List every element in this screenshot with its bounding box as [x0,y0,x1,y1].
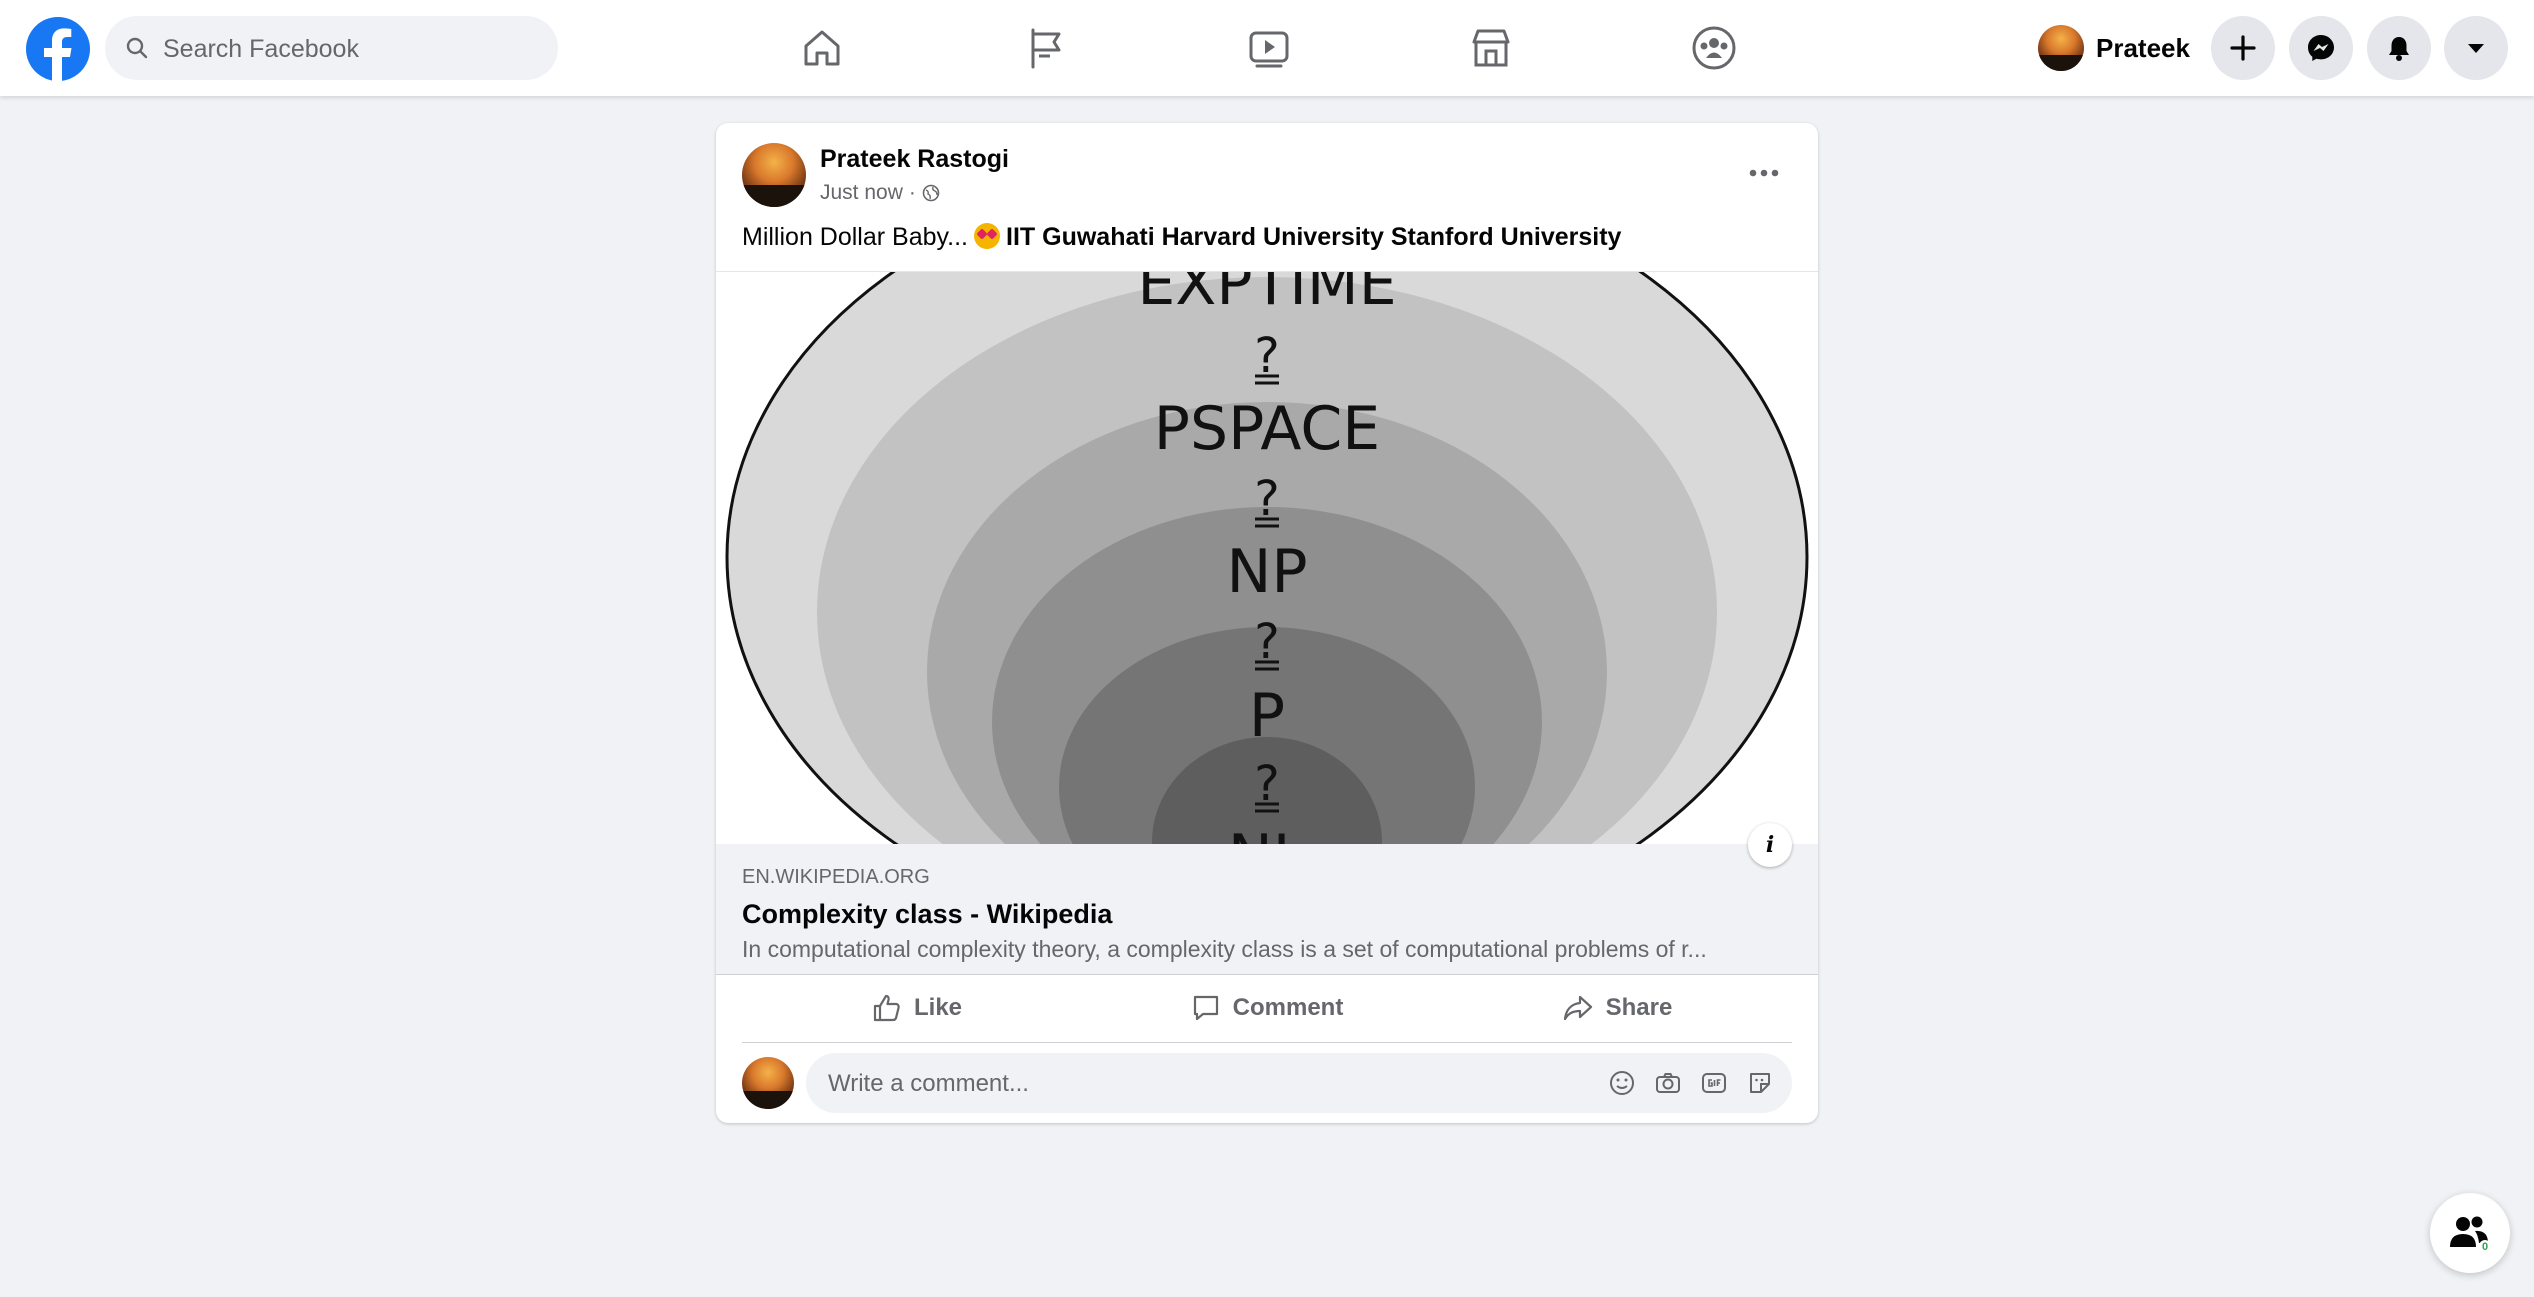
contacts-button[interactable]: 0 [2430,1193,2510,1273]
feed-post: Prateek Rastogi Just now · Million Dolla… [716,123,1818,1123]
like-button[interactable]: Like [742,974,1092,1042]
search-input[interactable] [161,16,545,82]
profile-avatar [2038,25,2084,71]
link-preview-image[interactable]: EXPTIME ? PSPACE ? NP ? P ? NL [716,271,1818,845]
diagram-label-p: P [1249,681,1285,751]
diagram-label-exptime: EXPTIME [1137,272,1396,319]
link-title[interactable]: Complexity class - Wikipedia [742,899,1112,930]
comment-label: Comment [1232,994,1344,1021]
search-icon [126,37,148,59]
globe-icon[interactable] [922,184,940,202]
post-tags[interactable]: IIT Guwahati Harvard University Stanford… [1006,223,1621,251]
more-options-icon [1749,169,1779,177]
post-actions: Like Comment Share [742,974,1792,1043]
share-button[interactable]: Share [1442,974,1792,1042]
messenger-icon [2308,35,2334,61]
diagram-label-np: NP [1226,537,1307,607]
messenger-button[interactable] [2289,16,2353,80]
diagram-label-pspace: PSPACE [1154,394,1380,464]
comment-composer[interactable] [806,1053,1792,1115]
comment-tools [1606,1067,1776,1099]
post-time[interactable]: Just now [820,181,903,205]
link-info-button[interactable]: i [1748,823,1792,867]
notifications-button[interactable] [2367,16,2431,80]
nav-tab-pages[interactable] [934,0,1158,96]
like-label: Like [913,994,963,1021]
create-button[interactable] [2211,16,2275,80]
nav-tab-marketplace[interactable] [1379,0,1603,96]
nav-tab-watch[interactable] [1157,0,1381,96]
dropdown-icon [2468,44,2484,53]
post-author-avatar[interactable] [742,143,806,207]
comment-button[interactable]: Comment [1092,974,1442,1042]
post-text: Million Dollar Baby... IIT Guwahati Harva… [742,223,1621,252]
comment-icon [1193,995,1218,1021]
info-icon: i [1765,832,1775,858]
camera-icon[interactable] [1652,1067,1684,1099]
top-navigation-bar: Prateek [0,0,2534,96]
account-menu-button[interactable] [2444,16,2508,80]
gif-icon[interactable] [1698,1067,1730,1099]
marketplace-icon [1472,29,1510,67]
complexity-class-diagram: EXPTIME ? PSPACE ? NP ? P ? NL [716,272,1818,845]
link-domain[interactable]: EN.WIKIPEDIA.ORG [742,866,930,889]
facebook-logo-icon[interactable] [26,17,90,81]
contacts-badge: 0 [2482,1241,2488,1253]
nav-tab-groups[interactable] [1602,0,1826,96]
flag-icon [1031,28,1061,69]
meta-separator: · [908,181,916,204]
commenter-avatar[interactable] [742,1057,794,1109]
sticker-icon[interactable] [1744,1067,1776,1099]
post-author-name[interactable]: Prateek Rastogi [820,145,1009,174]
like-icon [873,994,900,1022]
plus-icon [2230,35,2256,61]
diagram-label-nl: NL [1228,822,1307,845]
notifications-icon [2389,37,2409,61]
watch-icon [1249,31,1289,68]
contacts-icon: 0 [2450,1216,2491,1253]
profile-name: Prateek [2096,32,2190,63]
search-bar[interactable] [105,16,558,82]
post-text-body: Million Dollar Baby... [742,223,969,251]
post-options-button[interactable] [1740,149,1788,197]
groups-icon [1692,26,1736,70]
post-meta: Just now · [820,181,940,205]
share-icon [1563,995,1592,1021]
emoji-icon[interactable] [1606,1067,1638,1099]
profile-button[interactable]: Prateek [2030,18,2206,78]
nav-tab-home[interactable] [710,0,934,96]
home-icon [804,30,840,66]
share-label: Share [1605,994,1673,1021]
star-struck-emoji-icon [974,223,1001,249]
link-description[interactable]: In computational complexity theory, a co… [742,936,1782,963]
comment-input[interactable] [826,1053,1530,1115]
